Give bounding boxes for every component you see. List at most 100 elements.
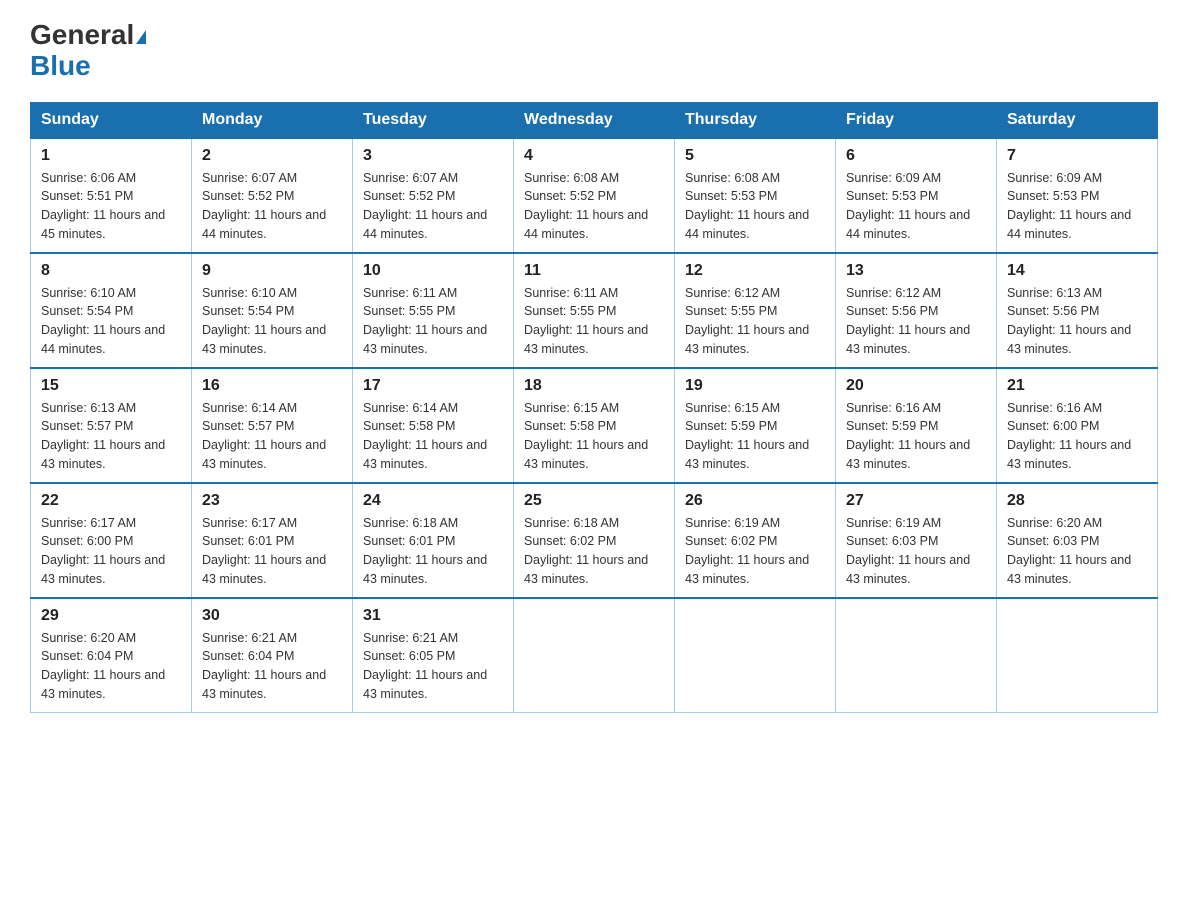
day-number: 22	[41, 492, 181, 510]
calendar-cell: 14 Sunrise: 6:13 AMSunset: 5:56 PMDayligh…	[997, 253, 1158, 368]
calendar-cell: 25Sunrise: 6:18 AMSunset: 6:02 PMDayligh…	[514, 483, 675, 598]
day-info: Sunrise: 6:13 AMSunset: 5:56 PMDaylight:…	[1007, 284, 1147, 359]
calendar-cell: 2 Sunrise: 6:07 AMSunset: 5:52 PMDaylight…	[192, 138, 353, 253]
calendar-cell: 4 Sunrise: 6:08 AMSunset: 5:52 PMDaylight…	[514, 138, 675, 253]
day-number: 31	[363, 607, 503, 625]
day-info: Sunrise: 6:10 AMSunset: 5:54 PMDaylight:…	[41, 284, 181, 359]
day-info: Sunrise: 6:09 AMSunset: 5:53 PMDaylight:…	[1007, 169, 1147, 244]
day-info: Sunrise: 6:07 AMSunset: 5:52 PMDaylight:…	[363, 169, 503, 244]
calendar-cell: 19 Sunrise: 6:15 AMSunset: 5:59 PMDayligh…	[675, 368, 836, 483]
logo-general-line: General	[30, 20, 146, 51]
calendar-cell: 17 Sunrise: 6:14 AMSunset: 5:58 PMDayligh…	[353, 368, 514, 483]
day-info: Sunrise: 6:16 AMSunset: 5:59 PMDaylight:…	[846, 399, 986, 474]
calendar-cell: 15 Sunrise: 6:13 AMSunset: 5:57 PMDayligh…	[31, 368, 192, 483]
day-info: Sunrise: 6:17 AMSunset: 6:00 PMDaylight:…	[41, 514, 181, 589]
calendar-cell: 26Sunrise: 6:19 AMSunset: 6:02 PMDayligh…	[675, 483, 836, 598]
day-info: Sunrise: 6:12 AMSunset: 5:56 PMDaylight:…	[846, 284, 986, 359]
day-number: 27	[846, 492, 986, 510]
day-number: 2	[202, 147, 342, 165]
day-number: 11	[524, 262, 664, 280]
day-number: 30	[202, 607, 342, 625]
day-number: 7	[1007, 147, 1147, 165]
day-number: 14	[1007, 262, 1147, 280]
day-number: 3	[363, 147, 503, 165]
day-number: 19	[685, 377, 825, 395]
weekday-header-monday: Monday	[192, 102, 353, 138]
calendar-table: SundayMondayTuesdayWednesdayThursdayFrid…	[30, 102, 1158, 713]
weekday-header-thursday: Thursday	[675, 102, 836, 138]
calendar-week-5: 29Sunrise: 6:20 AMSunset: 6:04 PMDayligh…	[31, 598, 1158, 713]
day-info: Sunrise: 6:08 AMSunset: 5:53 PMDaylight:…	[685, 169, 825, 244]
calendar-cell: 7 Sunrise: 6:09 AMSunset: 5:53 PMDaylight…	[997, 138, 1158, 253]
day-info: Sunrise: 6:10 AMSunset: 5:54 PMDaylight:…	[202, 284, 342, 359]
day-number: 5	[685, 147, 825, 165]
weekday-header-sunday: Sunday	[31, 102, 192, 138]
calendar-cell: 11Sunrise: 6:11 AMSunset: 5:55 PMDayligh…	[514, 253, 675, 368]
day-number: 4	[524, 147, 664, 165]
day-number: 18	[524, 377, 664, 395]
day-number: 28	[1007, 492, 1147, 510]
day-info: Sunrise: 6:18 AMSunset: 6:01 PMDaylight:…	[363, 514, 503, 589]
day-info: Sunrise: 6:20 AMSunset: 6:03 PMDaylight:…	[1007, 514, 1147, 589]
calendar-cell: 23Sunrise: 6:17 AMSunset: 6:01 PMDayligh…	[192, 483, 353, 598]
weekday-header-tuesday: Tuesday	[353, 102, 514, 138]
weekday-header-friday: Friday	[836, 102, 997, 138]
day-number: 15	[41, 377, 181, 395]
calendar-cell: 20 Sunrise: 6:16 AMSunset: 5:59 PMDayligh…	[836, 368, 997, 483]
calendar-cell	[675, 598, 836, 713]
calendar-cell: 13 Sunrise: 6:12 AMSunset: 5:56 PMDayligh…	[836, 253, 997, 368]
calendar-cell: 3 Sunrise: 6:07 AMSunset: 5:52 PMDaylight…	[353, 138, 514, 253]
logo: General Blue	[30, 20, 146, 82]
calendar-cell: 5 Sunrise: 6:08 AMSunset: 5:53 PMDaylight…	[675, 138, 836, 253]
calendar-cell: 9 Sunrise: 6:10 AMSunset: 5:54 PMDaylight…	[192, 253, 353, 368]
calendar-week-1: 1 Sunrise: 6:06 AMSunset: 5:51 PMDaylight…	[31, 138, 1158, 253]
day-number: 24	[363, 492, 503, 510]
calendar-cell: 6Sunrise: 6:09 AMSunset: 5:53 PMDaylight…	[836, 138, 997, 253]
day-info: Sunrise: 6:14 AMSunset: 5:57 PMDaylight:…	[202, 399, 342, 474]
day-info: Sunrise: 6:15 AMSunset: 5:58 PMDaylight:…	[524, 399, 664, 474]
calendar-cell: 1 Sunrise: 6:06 AMSunset: 5:51 PMDaylight…	[31, 138, 192, 253]
day-number: 16	[202, 377, 342, 395]
day-info: Sunrise: 6:07 AMSunset: 5:52 PMDaylight:…	[202, 169, 342, 244]
calendar-cell: 24 Sunrise: 6:18 AMSunset: 6:01 PMDayligh…	[353, 483, 514, 598]
day-number: 10	[363, 262, 503, 280]
day-number: 13	[846, 262, 986, 280]
day-info: Sunrise: 6:11 AMSunset: 5:55 PMDaylight:…	[363, 284, 503, 359]
calendar-cell: 31 Sunrise: 6:21 AMSunset: 6:05 PMDayligh…	[353, 598, 514, 713]
day-number: 21	[1007, 377, 1147, 395]
day-number: 1	[41, 147, 181, 165]
day-number: 8	[41, 262, 181, 280]
calendar-cell	[836, 598, 997, 713]
day-info: Sunrise: 6:16 AMSunset: 6:00 PMDaylight:…	[1007, 399, 1147, 474]
calendar-cell: 16 Sunrise: 6:14 AMSunset: 5:57 PMDayligh…	[192, 368, 353, 483]
calendar-cell: 28 Sunrise: 6:20 AMSunset: 6:03 PMDayligh…	[997, 483, 1158, 598]
calendar-cell: 29Sunrise: 6:20 AMSunset: 6:04 PMDayligh…	[31, 598, 192, 713]
day-info: Sunrise: 6:21 AMSunset: 6:04 PMDaylight:…	[202, 629, 342, 704]
day-info: Sunrise: 6:12 AMSunset: 5:55 PMDaylight:…	[685, 284, 825, 359]
day-number: 12	[685, 262, 825, 280]
day-info: Sunrise: 6:06 AMSunset: 5:51 PMDaylight:…	[41, 169, 181, 244]
day-number: 20	[846, 377, 986, 395]
calendar-week-3: 15 Sunrise: 6:13 AMSunset: 5:57 PMDayligh…	[31, 368, 1158, 483]
day-number: 25	[524, 492, 664, 510]
day-info: Sunrise: 6:21 AMSunset: 6:05 PMDaylight:…	[363, 629, 503, 704]
day-info: Sunrise: 6:19 AMSunset: 6:03 PMDaylight:…	[846, 514, 986, 589]
calendar-cell: 27 Sunrise: 6:19 AMSunset: 6:03 PMDayligh…	[836, 483, 997, 598]
day-info: Sunrise: 6:14 AMSunset: 5:58 PMDaylight:…	[363, 399, 503, 474]
day-info: Sunrise: 6:08 AMSunset: 5:52 PMDaylight:…	[524, 169, 664, 244]
logo-blue-text: Blue	[30, 50, 91, 81]
calendar-cell	[997, 598, 1158, 713]
day-info: Sunrise: 6:15 AMSunset: 5:59 PMDaylight:…	[685, 399, 825, 474]
calendar-cell: 30 Sunrise: 6:21 AMSunset: 6:04 PMDayligh…	[192, 598, 353, 713]
calendar-body: 1 Sunrise: 6:06 AMSunset: 5:51 PMDaylight…	[31, 138, 1158, 713]
calendar-cell	[514, 598, 675, 713]
day-info: Sunrise: 6:19 AMSunset: 6:02 PMDaylight:…	[685, 514, 825, 589]
weekday-header-saturday: Saturday	[997, 102, 1158, 138]
day-number: 17	[363, 377, 503, 395]
day-info: Sunrise: 6:17 AMSunset: 6:01 PMDaylight:…	[202, 514, 342, 589]
day-number: 9	[202, 262, 342, 280]
logo-blue-line: Blue	[30, 51, 91, 82]
calendar-header: SundayMondayTuesdayWednesdayThursdayFrid…	[31, 102, 1158, 138]
day-info: Sunrise: 6:20 AMSunset: 6:04 PMDaylight:…	[41, 629, 181, 704]
day-info: Sunrise: 6:13 AMSunset: 5:57 PMDaylight:…	[41, 399, 181, 474]
